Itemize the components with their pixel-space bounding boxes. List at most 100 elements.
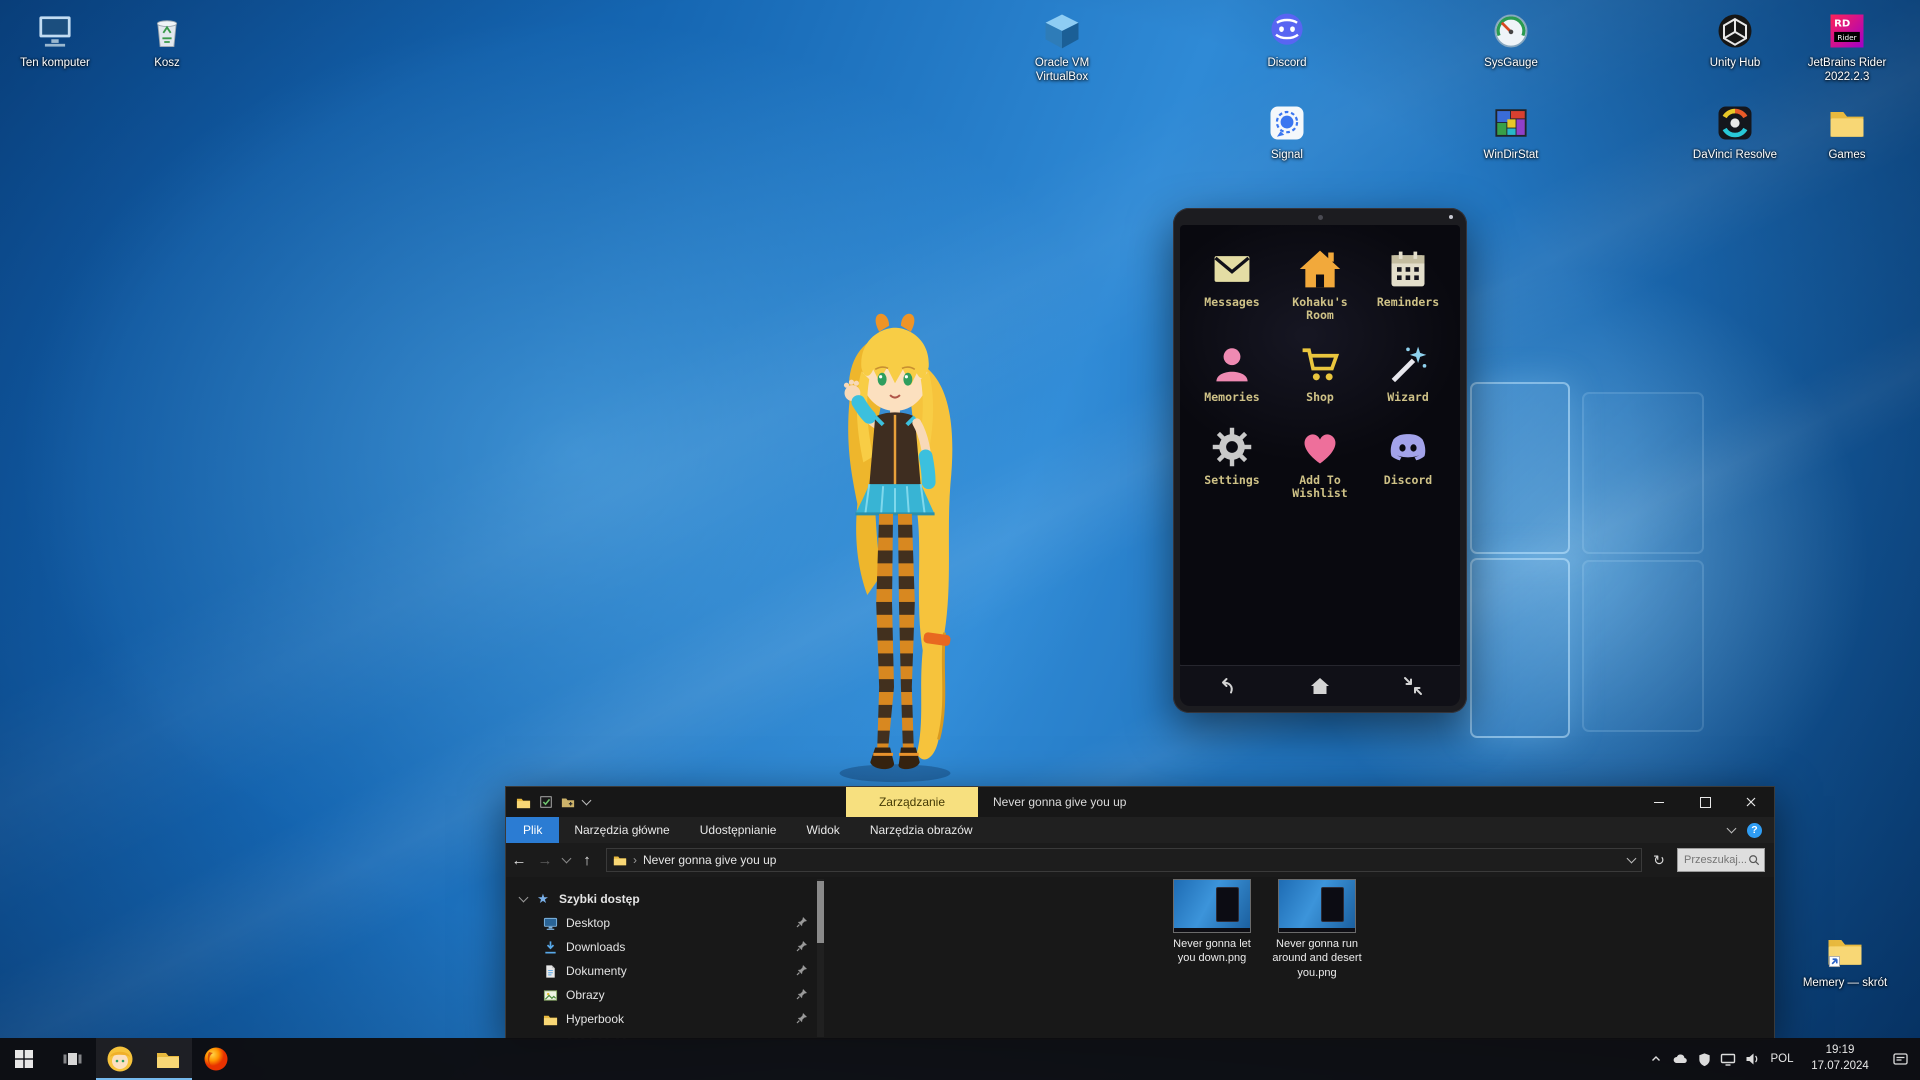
games-folder-icon bbox=[1824, 100, 1870, 146]
tray-cloud-icon[interactable] bbox=[1668, 1038, 1692, 1080]
task-view-button[interactable] bbox=[48, 1038, 96, 1080]
phone-app-label: Discord bbox=[1384, 474, 1432, 487]
phone-app-shop[interactable]: Shop bbox=[1276, 342, 1364, 404]
desktop-icon-label: WinDirStat bbox=[1484, 149, 1539, 163]
qat-customize-chevron-icon[interactable] bbox=[582, 796, 592, 806]
desktop-mascot-character[interactable] bbox=[792, 306, 998, 791]
up-button[interactable]: ↑ bbox=[574, 847, 600, 873]
ribbon-tab-bar: Plik Narzędzia główne Udostępnianie Wido… bbox=[506, 817, 1774, 844]
phone-app-discord[interactable]: Discord bbox=[1364, 425, 1452, 500]
sidebar-label: Szybki dostęp bbox=[559, 892, 640, 906]
phone-minimize-button[interactable] bbox=[1386, 669, 1440, 703]
search-input[interactable] bbox=[1682, 853, 1748, 867]
desktop-icon-games[interactable]: Games bbox=[1802, 100, 1892, 163]
help-icon[interactable]: ? bbox=[1747, 823, 1762, 838]
desktop-icon-kosz[interactable]: Kosz bbox=[122, 8, 212, 71]
phone-led-dot bbox=[1449, 215, 1453, 219]
hidden-icons-chevron[interactable] bbox=[1644, 1038, 1668, 1080]
discord-icon bbox=[1386, 425, 1430, 469]
sidebar-item-desktop[interactable]: Desktop bbox=[506, 911, 824, 935]
explorer-titlebar[interactable]: Zarządzanie Never gonna give you up bbox=[506, 787, 1774, 817]
phone-app-add-to-wishlist[interactable]: Add To Wishlist bbox=[1276, 425, 1364, 500]
sidebar-scrollbar[interactable] bbox=[817, 879, 824, 1037]
back-arrow-icon bbox=[1215, 674, 1239, 698]
phone-app-kohakus-room[interactable]: Kohaku's Room bbox=[1276, 247, 1364, 322]
tray-shield-icon[interactable] bbox=[1692, 1038, 1716, 1080]
action-center-button[interactable] bbox=[1880, 1038, 1920, 1080]
recent-locations-button[interactable] bbox=[558, 847, 574, 873]
desktop-icon-memery[interactable]: Memery — skrót bbox=[1800, 928, 1890, 991]
firefox-icon bbox=[203, 1046, 229, 1072]
task-view-icon bbox=[62, 1049, 83, 1069]
forward-button[interactable]: → bbox=[532, 847, 558, 873]
sidebar-item-dokumenty[interactable]: Dokumenty bbox=[506, 959, 824, 983]
downloads-icon bbox=[542, 939, 558, 955]
address-folder-icon bbox=[613, 853, 627, 867]
desktop-icon-label: SysGauge bbox=[1484, 57, 1538, 71]
sidebar-label: Dokumenty bbox=[566, 964, 627, 978]
tab-narzedzia-obrazow[interactable]: Narzędzia obrazów bbox=[855, 817, 988, 843]
recycle-bin-icon bbox=[144, 8, 190, 54]
desktop-icon-ten-komputer[interactable]: Ten komputer bbox=[10, 8, 100, 71]
qat-properties-icon[interactable] bbox=[539, 795, 553, 809]
manage-contextual-tab[interactable]: Zarządzanie bbox=[846, 787, 978, 817]
taskbar-app-firefox[interactable] bbox=[192, 1038, 240, 1080]
clock-date: 17.07.2024 bbox=[1800, 1059, 1880, 1075]
phone-home-button[interactable] bbox=[1293, 669, 1347, 703]
back-button[interactable]: ← bbox=[506, 847, 532, 873]
documents-icon bbox=[542, 963, 558, 979]
tab-widok[interactable]: Widok bbox=[791, 817, 854, 843]
address-bar[interactable]: › Never gonna give you up bbox=[606, 848, 1642, 872]
desktop-icon-sysgauge[interactable]: SysGauge bbox=[1466, 8, 1556, 71]
tab-plik[interactable]: Plik bbox=[506, 817, 559, 843]
file-item[interactable]: Never gonna let you down.png bbox=[1160, 879, 1264, 966]
tray-volume-icon[interactable] bbox=[1740, 1038, 1764, 1080]
desktop-icon-signal[interactable]: Signal bbox=[1242, 100, 1332, 163]
phone-app-grid: Messages Kohaku's Room Reminders Memorie… bbox=[1188, 247, 1452, 500]
file-name: Never gonna run around and desert you.pn… bbox=[1269, 937, 1365, 980]
address-dropdown-chevron-icon[interactable] bbox=[1627, 854, 1637, 864]
minimize-button[interactable] bbox=[1636, 787, 1682, 817]
heart-icon bbox=[1298, 425, 1342, 469]
sidebar-label: Obrazy bbox=[566, 988, 605, 1002]
desktop-icon-virtualbox[interactable]: Oracle VM VirtualBox bbox=[1017, 8, 1107, 85]
explorer-body: ★ Szybki dostęp Desktop Downloads Dokume… bbox=[506, 877, 1774, 1039]
gear-icon bbox=[1210, 425, 1254, 469]
taskbar-app-explorer[interactable] bbox=[144, 1038, 192, 1080]
clock[interactable]: 19:19 17.07.2024 bbox=[1800, 1043, 1880, 1074]
refresh-button[interactable]: ↻ bbox=[1648, 848, 1670, 872]
tab-udostepnianie[interactable]: Udostępnianie bbox=[685, 817, 792, 843]
phone-app-wizard[interactable]: Wizard bbox=[1364, 342, 1452, 404]
close-button[interactable] bbox=[1728, 787, 1774, 817]
file-item[interactable]: Never gonna run around and desert you.pn… bbox=[1265, 879, 1369, 980]
sidebar-item-obrazy[interactable]: Obrazy bbox=[506, 983, 824, 1007]
sidebar-item-downloads[interactable]: Downloads bbox=[506, 935, 824, 959]
unity-hub-icon bbox=[1712, 8, 1758, 54]
sidebar-item-quick-access[interactable]: ★ Szybki dostęp bbox=[506, 887, 824, 911]
desktop-icon-davinci[interactable]: DaVinci Resolve bbox=[1690, 100, 1780, 163]
qat-new-folder-icon[interactable] bbox=[561, 795, 575, 809]
scrollbar-thumb[interactable] bbox=[817, 881, 824, 943]
phone-app-memories[interactable]: Memories bbox=[1188, 342, 1276, 404]
tab-narzedzia-glowne[interactable]: Narzędzia główne bbox=[559, 817, 684, 843]
magic-wand-icon bbox=[1386, 342, 1430, 386]
phone-back-button[interactable] bbox=[1200, 669, 1254, 703]
tray-network-icon[interactable] bbox=[1716, 1038, 1740, 1080]
start-button[interactable] bbox=[0, 1038, 48, 1080]
desktop-icon-rider[interactable]: RDRider JetBrains Rider 2022.2.3 bbox=[1802, 8, 1892, 85]
phone-nav-bar bbox=[1180, 665, 1460, 706]
phone-app-reminders[interactable]: Reminders bbox=[1364, 247, 1452, 322]
language-indicator[interactable]: POL bbox=[1764, 1053, 1800, 1065]
desktop-icon-label: Discord bbox=[1268, 57, 1307, 71]
phone-app-label: Reminders bbox=[1377, 296, 1439, 309]
phone-app-settings[interactable]: Settings bbox=[1188, 425, 1276, 500]
phone-app-messages[interactable]: Messages bbox=[1188, 247, 1276, 322]
maximize-button[interactable] bbox=[1682, 787, 1728, 817]
desktop-icon-unity-hub[interactable]: Unity Hub bbox=[1690, 8, 1780, 71]
taskbar-app-mascot[interactable] bbox=[96, 1038, 144, 1080]
desktop-icon-discord[interactable]: Discord bbox=[1242, 8, 1332, 71]
sidebar-item-hyperbook[interactable]: Hyperbook bbox=[506, 1007, 824, 1031]
desktop-icon-windirstat[interactable]: WinDirStat bbox=[1466, 100, 1556, 163]
expand-ribbon-chevron-icon[interactable] bbox=[1727, 824, 1737, 834]
desktop: Ten komputer Kosz Oracle VM VirtualBox D… bbox=[0, 0, 1920, 1080]
